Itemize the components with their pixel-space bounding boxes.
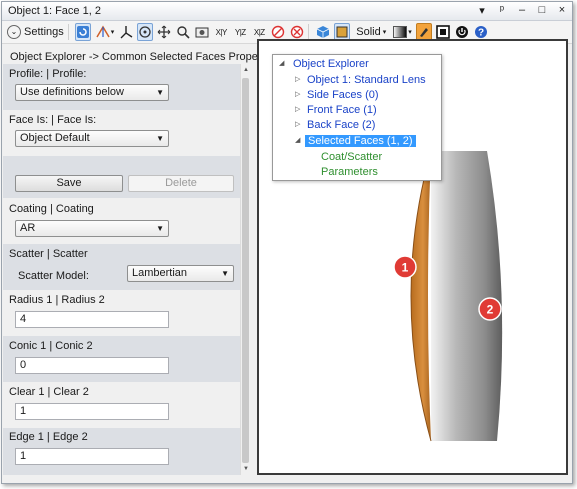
tree-root-label: Object Explorer <box>293 58 369 70</box>
tree-item[interactable]: ▷ Back Face (2) <box>295 118 375 132</box>
profile-dropdown[interactable]: Use definitions below ▼ <box>15 84 169 101</box>
tree-item-label: Front Face (1) <box>307 104 377 116</box>
tree-item[interactable]: ▷ Side Faces (0) <box>295 88 379 102</box>
settings-label: Settings <box>24 26 64 38</box>
chevron-down-icon: ⌄ <box>7 25 21 39</box>
face-1-marker[interactable]: 1 <box>393 255 417 279</box>
chevron-down-icon: ▾ <box>408 29 412 36</box>
save-delete-section: Save Delete <box>3 156 240 198</box>
tree-item[interactable]: ▷ Front Face (1) <box>295 103 377 117</box>
expanded-arrow-icon[interactable]: ◢ <box>279 57 284 71</box>
rays-icon[interactable]: ▾ <box>94 23 116 41</box>
edge-section: Edge 1 | Edge 2 1 <box>3 428 240 475</box>
clear-label: Clear 1 | Clear 2 <box>9 386 89 398</box>
settings-button[interactable]: ⌄ Settings <box>6 23 65 41</box>
save-button[interactable]: Save <box>15 175 123 192</box>
chevron-down-icon: ▼ <box>156 134 164 143</box>
delete-button[interactable]: Delete <box>128 175 234 192</box>
radius-label: Radius 1 | Radius 2 <box>9 294 105 306</box>
tree-item[interactable]: ▷ Object 1: Standard Lens <box>295 73 426 87</box>
scatter-model-label: Scatter Model: <box>18 270 89 282</box>
clear-section: Clear 1 | Clear 2 1 <box>3 382 240 428</box>
view-xy-button[interactable]: X|Y <box>213 23 229 41</box>
scroll-down-icon[interactable]: ▼ <box>241 463 251 475</box>
scroll-thumb[interactable] <box>242 78 249 463</box>
face-is-dropdown[interactable]: Object Default ▼ <box>15 130 169 147</box>
panel-scrollbar[interactable]: ▲ ▼ <box>240 64 251 475</box>
maximize-button[interactable]: □ <box>536 4 548 17</box>
face-is-value: Object Default <box>20 132 90 144</box>
close-button[interactable]: × <box>556 4 568 17</box>
view-xz-label: X|Z <box>253 27 265 37</box>
window-title: Object 1: Face 1, 2 <box>8 5 101 17</box>
edge-input[interactable]: 1 <box>15 448 169 465</box>
clear-input[interactable]: 1 <box>15 403 169 420</box>
scroll-up-icon[interactable]: ▲ <box>241 64 251 76</box>
tree-item-label: Back Face (2) <box>307 119 376 131</box>
chevron-down-icon: ▼ <box>156 88 164 97</box>
chevron-down-icon: ▼ <box>221 269 229 278</box>
tree-item-selected[interactable]: ◢ Selected Faces (1, 2) <box>295 134 416 148</box>
scatter-section: Scatter | Scatter Scatter Model: Lambert… <box>3 244 240 290</box>
tree-root[interactable]: ◢ Object Explorer <box>279 57 369 71</box>
tree-item-label: Object 1: Standard Lens <box>307 74 426 86</box>
view-yz-label: Y|Z <box>234 27 246 37</box>
tree-child-label: Coat/Scatter <box>321 151 383 163</box>
expanded-arrow-icon[interactable]: ◢ <box>295 134 300 148</box>
scatter-model-value: Lambertian <box>132 267 188 279</box>
title-bar: Object 1: Face 1, 2 ▾ ᵖ – □ × <box>2 2 572 21</box>
chevron-down-icon: ▾ <box>382 29 387 36</box>
render-mode-label: Solid <box>356 26 381 38</box>
coating-dropdown[interactable]: AR ▼ <box>15 220 169 237</box>
coating-label: Coating | Coating <box>9 203 94 215</box>
toolbar-separator <box>67 24 69 40</box>
collapsed-arrow-icon[interactable]: ▷ <box>295 103 300 117</box>
scatter-model-dropdown[interactable]: Lambertian ▼ <box>127 265 234 282</box>
face-2-marker[interactable]: 2 <box>478 297 502 321</box>
collapsed-arrow-icon[interactable]: ▷ <box>295 88 300 102</box>
toolbar-separator <box>308 24 310 40</box>
scatter-label: Scatter | Scatter <box>9 248 88 260</box>
tree-child[interactable]: Coat/Scatter <box>321 150 382 164</box>
minimize-button[interactable]: – <box>516 4 528 17</box>
face-is-section: Face Is: | Face Is: Object Default ▼ <box>3 110 240 156</box>
radius-section: Radius 1 | Radius 2 4 <box>3 290 240 336</box>
screenshot-icon[interactable] <box>194 23 210 41</box>
profile-label: Profile: | Profile: <box>9 68 87 80</box>
face-2-label: 2 <box>487 303 494 317</box>
tree-child-label: Parameters <box>321 166 378 178</box>
lens-body <box>431 151 503 441</box>
coating-section: Coating | Coating AR ▼ <box>3 198 240 244</box>
collapsed-arrow-icon[interactable]: ▷ <box>295 118 300 132</box>
collapsed-arrow-icon[interactable]: ▷ <box>295 73 300 87</box>
object-explorer-tree: ◢ Object Explorer ▷ Object 1: Standard L… <box>272 54 442 181</box>
view-xy-label: X|Y <box>215 27 228 37</box>
conic-input[interactable]: 0 <box>15 357 169 374</box>
tree-item-label: Selected Faces (1, 2) <box>305 135 416 147</box>
conic-label: Conic 1 | Conic 2 <box>9 340 93 352</box>
coating-value: AR <box>20 222 36 234</box>
zoom-icon[interactable] <box>175 23 191 41</box>
pin-icon[interactable]: ᵖ <box>496 4 508 17</box>
pan-icon[interactable] <box>156 23 172 41</box>
svg-text:?: ? <box>478 28 484 39</box>
refresh-icon[interactable] <box>74 23 91 41</box>
radius-input[interactable]: 4 <box>15 311 169 328</box>
view-yz-button[interactable]: Y|Z <box>232 23 248 41</box>
properties-panel: Profile: | Profile: Use definitions belo… <box>3 64 240 475</box>
conic-section: Conic 1 | Conic 2 0 <box>3 336 240 382</box>
rotate-icon[interactable] <box>137 23 154 41</box>
window-controls: ▾ ᵖ – □ × <box>476 4 568 17</box>
profile-section: Profile: | Profile: Use definitions belo… <box>3 64 240 110</box>
edge-label: Edge 1 | Edge 2 <box>9 431 88 443</box>
axes-icon[interactable] <box>118 23 134 41</box>
breadcrumb: Object Explorer -> Common Selected Faces… <box>10 51 279 63</box>
chevron-down-icon: ▼ <box>156 224 164 233</box>
face-1-label: 1 <box>402 261 409 275</box>
tree-item-label: Side Faces (0) <box>307 89 379 101</box>
profile-value: Use definitions below <box>20 86 124 98</box>
window-menu-icon[interactable]: ▾ <box>476 4 488 17</box>
tree-child[interactable]: Parameters <box>321 165 378 179</box>
face-is-label: Face Is: | Face Is: <box>9 114 97 126</box>
